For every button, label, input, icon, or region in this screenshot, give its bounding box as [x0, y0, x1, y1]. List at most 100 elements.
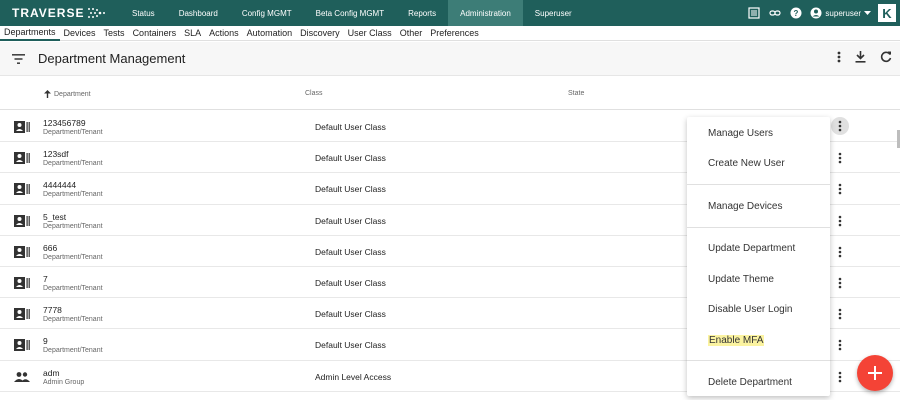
nav-superuser[interactable]: Superuser	[523, 0, 584, 26]
row-type: Department/Tenant	[43, 222, 103, 230]
plus-icon	[868, 366, 882, 380]
row-more-icon[interactable]	[834, 182, 846, 196]
row-name: 123456789	[43, 118, 86, 128]
row-type: Department/Tenant	[43, 316, 103, 324]
column-state-label: State	[568, 90, 585, 97]
row-type: Department/Tenant	[43, 347, 103, 355]
column-department-label: Department	[54, 90, 91, 98]
link-icon[interactable]	[768, 6, 782, 20]
logo-text: TRAVERSE	[12, 6, 85, 20]
row-class: Default User Class	[315, 122, 386, 132]
row-class: Default User Class	[315, 340, 386, 351]
contact-card-icon	[14, 214, 30, 227]
filter-icon[interactable]	[12, 52, 26, 66]
page-header: Department Management	[0, 42, 900, 76]
row-type: Department/Tenant	[43, 160, 103, 168]
logo-mark-icon	[88, 8, 106, 18]
top-right-tools: ? superuser K	[747, 0, 896, 26]
row-class: Default User Class	[315, 309, 386, 320]
menu-divider	[687, 184, 830, 185]
contact-card-icon	[14, 120, 30, 133]
account-icon	[810, 7, 822, 19]
list-view-icon[interactable]	[747, 6, 761, 20]
menu-divider	[687, 227, 830, 228]
nav-config-mgmt[interactable]: Config MGMT	[230, 0, 304, 26]
row-more-icon[interactable]	[834, 307, 846, 321]
menu-divider	[687, 360, 830, 361]
row-more-icon[interactable]	[834, 370, 846, 384]
main-nav: Status Dashboard Config MGMT Beta Config…	[120, 0, 584, 26]
download-icon[interactable]	[855, 50, 866, 68]
menu-manage-devices[interactable]: Manage Devices	[687, 192, 830, 220]
row-name: 5_test	[43, 211, 67, 222]
page-title: Department Management	[38, 51, 186, 66]
row-type: Department/Tenant	[43, 284, 103, 292]
column-class-label: Class	[305, 90, 323, 97]
table-header: Department Class State	[0, 82, 900, 110]
row-class: Default User Class	[315, 246, 386, 257]
contact-card-icon	[14, 245, 30, 258]
column-class[interactable]: Class	[305, 90, 323, 97]
traverse-logo[interactable]: TRAVERSE	[0, 0, 120, 26]
contact-card-icon	[14, 338, 30, 352]
nav-beta-config-mgmt[interactable]: Beta Config MGMT	[304, 0, 396, 26]
row-more-icon[interactable]	[834, 276, 846, 290]
row-name: 7	[43, 273, 48, 284]
subnav-devices[interactable]: Devices	[60, 26, 100, 41]
row-context-menu: Manage Users Create New User Manage Devi…	[687, 117, 830, 396]
menu-update-department[interactable]: Update Department	[687, 234, 830, 262]
row-name: 9	[43, 336, 48, 347]
contact-card-icon	[14, 307, 30, 321]
nav-administration[interactable]: Administration	[448, 0, 523, 26]
subnav-tests[interactable]: Tests	[100, 26, 129, 41]
nav-dashboard[interactable]: Dashboard	[167, 0, 230, 26]
svg-text:?: ?	[794, 9, 799, 18]
more-options-icon[interactable]	[837, 50, 841, 68]
row-type: Admin Group	[43, 378, 85, 386]
subnav-discovery[interactable]: Discovery	[296, 26, 344, 41]
row-more-icon[interactable]	[834, 338, 846, 352]
contact-card-icon	[14, 276, 30, 289]
row-class: Default User Class	[315, 153, 386, 164]
subnav-preferences[interactable]: Preferences	[426, 26, 483, 41]
column-state[interactable]: State	[568, 90, 584, 97]
subnav-other[interactable]: Other	[396, 26, 427, 41]
row-more-icon[interactable]	[834, 214, 846, 228]
subnav-actions[interactable]: Actions	[205, 26, 243, 41]
menu-create-new-user[interactable]: Create New User	[687, 149, 830, 177]
menu-update-theme[interactable]: Update Theme	[687, 265, 830, 293]
row-class: Default User Class	[315, 184, 386, 195]
menu-disable-user-login[interactable]: Disable User Login	[687, 295, 830, 323]
contact-card-icon	[14, 151, 30, 165]
row-type: Department/Tenant	[43, 191, 103, 199]
nav-reports[interactable]: Reports	[396, 0, 448, 26]
row-more-icon[interactable]	[831, 117, 849, 135]
add-department-button[interactable]	[857, 355, 893, 391]
row-name: adm	[43, 367, 60, 378]
subnav-departments[interactable]: Departments	[0, 26, 60, 41]
caret-down-icon	[864, 10, 871, 15]
column-department[interactable]: Department	[44, 90, 91, 98]
menu-enable-mfa[interactable]: Enable MFA	[687, 326, 830, 354]
row-more-icon[interactable]	[834, 151, 846, 165]
row-name: 123sdf	[43, 149, 69, 160]
refresh-icon[interactable]	[880, 50, 892, 68]
menu-delete-department[interactable]: Delete Department	[687, 368, 830, 396]
help-icon[interactable]: ?	[789, 6, 803, 20]
username: superuser	[825, 8, 861, 18]
admin-subnav: Departments Devices Tests Containers SLA…	[0, 26, 900, 41]
row-name: 4444444	[43, 180, 77, 191]
row-name: 7778	[43, 305, 62, 316]
menu-manage-users[interactable]: Manage Users	[687, 119, 830, 147]
contact-card-icon	[14, 182, 30, 196]
row-more-icon[interactable]	[834, 245, 846, 259]
sort-ascending-icon	[44, 90, 51, 98]
subnav-user-class[interactable]: User Class	[344, 26, 396, 41]
user-menu[interactable]: superuser	[810, 7, 871, 19]
subnav-automation[interactable]: Automation	[243, 26, 297, 41]
subnav-sla[interactable]: SLA	[180, 26, 205, 41]
subnav-containers[interactable]: Containers	[129, 26, 181, 41]
group-icon	[14, 370, 30, 382]
nav-status[interactable]: Status	[120, 0, 167, 26]
row-type: Department/Tenant	[43, 253, 103, 261]
